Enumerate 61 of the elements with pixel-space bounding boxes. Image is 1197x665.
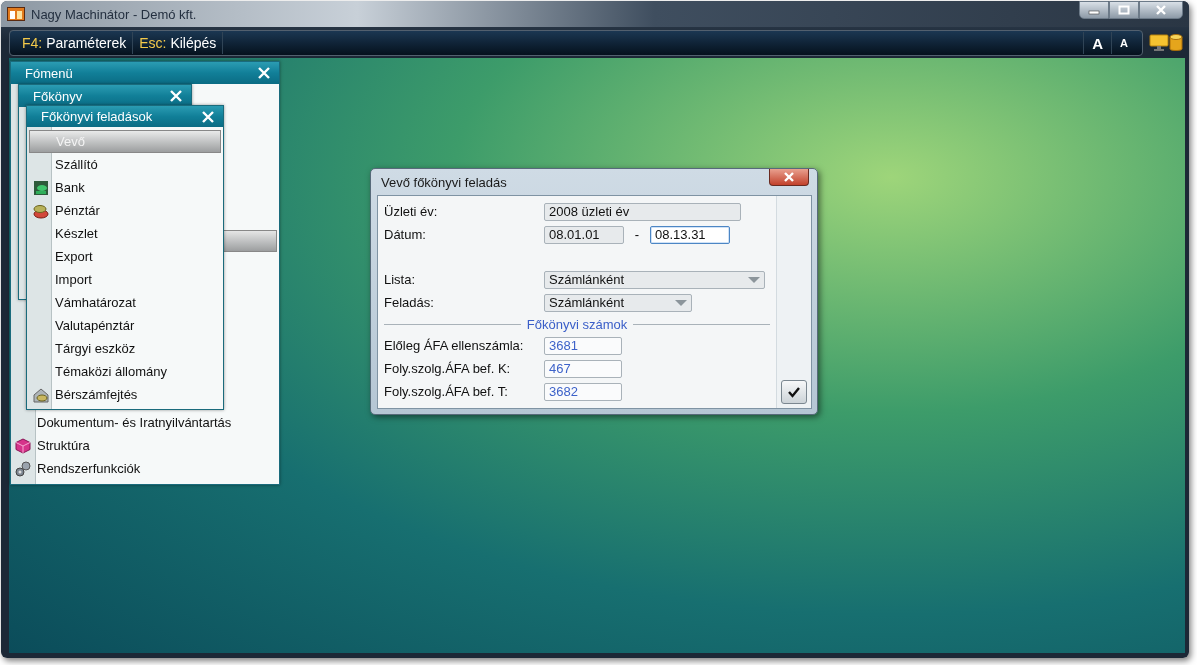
banknote-icon [33, 179, 49, 196]
menu-item[interactable]: Dokumentum- és Iratnyilvántartás [11, 411, 279, 434]
close-icon [201, 109, 215, 124]
input-field[interactable]: 08.01.01 [544, 225, 624, 244]
command-button[interactable]: Esc: Kilépés [133, 32, 224, 54]
menu-item[interactable]: Valutapénztár [29, 314, 221, 337]
input-field[interactable]: 08.13.31 [650, 225, 730, 244]
ok-button[interactable] [781, 380, 807, 404]
maximize-icon [1118, 5, 1130, 15]
menu-item[interactable]: Témaközi állomány [29, 360, 221, 383]
monitor-icon [1149, 34, 1169, 52]
menu-item[interactable]: Szállító [29, 153, 221, 176]
close-icon [169, 89, 183, 103]
menu-item[interactable]: Vámhatározat [29, 291, 221, 314]
range-separator: - [633, 227, 641, 242]
field-label: Feladás: [384, 295, 435, 310]
field-label: Foly.szolg.ÁFA bef. K: [384, 361, 512, 376]
input-field[interactable]: 3681 [544, 336, 622, 355]
dropdown[interactable]: Számlánként [544, 293, 692, 312]
coins-icon [33, 202, 49, 219]
field-label: Lista: [384, 272, 417, 287]
font-smaller-button[interactable]: A [1111, 32, 1136, 54]
window-title: Főkönyvi feladások [41, 109, 154, 124]
app-logo-icon [7, 7, 25, 21]
menu-item[interactable]: Pénztár [29, 199, 221, 222]
window-title: Fómenü [25, 65, 74, 81]
close-icon [1155, 5, 1167, 15]
group-title: Főkönyvi számok [526, 316, 628, 332]
input-field[interactable]: 2008 üzleti év [544, 202, 741, 221]
menu-item[interactable]: Bérszámfejtés [29, 383, 221, 406]
house-coins-icon [33, 386, 49, 403]
menu-item[interactable]: Készlet [29, 222, 221, 245]
gears-icon [15, 460, 31, 477]
command-button[interactable]: F4: Paraméterek [16, 32, 134, 54]
dropdown[interactable]: Számlánként [544, 270, 765, 289]
window-title: Nagy Machinátor - Demó kft. [31, 6, 198, 22]
close-icon [783, 172, 795, 182]
field-label: Foly.szolg.ÁFA bef. T: [384, 384, 509, 399]
field-label: Üzleti év: [384, 204, 439, 219]
font-larger-button[interactable]: A [1083, 32, 1112, 54]
close-button[interactable] [769, 169, 809, 186]
menu-item[interactable]: Tárgyi eszköz [29, 337, 221, 360]
field-label: Előleg ÁFA ellenszámla: [384, 338, 525, 353]
menu-item[interactable]: Bank [29, 176, 221, 199]
menu-item[interactable]: Rendszerfunkciók [11, 457, 279, 480]
cube-icon [15, 437, 31, 454]
dropdown-arrow-icon [748, 276, 760, 283]
checkmark-icon [787, 386, 801, 398]
menu-item[interactable]: Struktúra [11, 434, 279, 457]
dropdown-arrow-icon [675, 299, 687, 306]
field-label: Dátum: [384, 227, 427, 242]
input-field[interactable]: 467 [544, 359, 622, 378]
dialog-title: Vevő főkönyvi feladás [381, 174, 508, 190]
menu-item[interactable]: Export [29, 245, 221, 268]
menu-item[interactable]: Import [29, 268, 221, 291]
minimize-button[interactable] [1079, 1, 1109, 19]
maximize-button[interactable] [1109, 1, 1139, 19]
close-icon [257, 66, 271, 80]
window-title: Főkönyv [33, 88, 84, 104]
database-icon [1169, 33, 1183, 53]
input-field[interactable]: 3682 [544, 382, 622, 401]
